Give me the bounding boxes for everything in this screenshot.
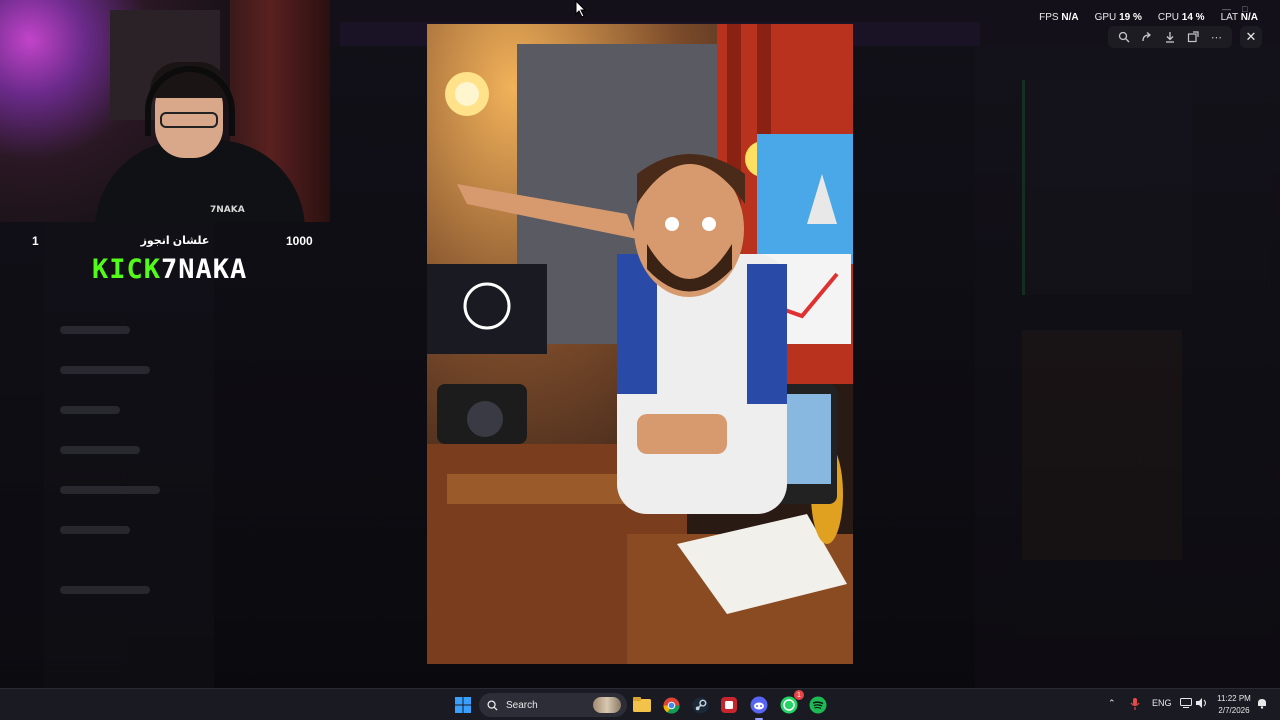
volume-icon[interactable] [1196,698,1208,710]
tray-overflow-icon[interactable]: ⌃ [1108,698,1116,709]
file-explorer-icon[interactable] [631,694,653,716]
glasses [160,112,218,128]
brand-name: 7NAKA [161,254,248,285]
spotify-icon[interactable] [807,694,829,716]
maximize-icon[interactable]: □ [1242,4,1247,14]
goal-current: 1 [32,234,39,248]
cpu-stat: CPU 14 % [1158,12,1205,23]
notification-badge: 1 [794,690,804,700]
image-viewer-toolbar: ⋯ [1108,26,1232,48]
microphone-icon[interactable] [1130,698,1140,712]
channel-brand: KICK7NAKA [92,254,247,286]
stat-value: N/A [1061,12,1079,23]
system-clock[interactable]: 11:22 PM 2/7/2026 [1212,693,1256,717]
cartoon-streamer-illustration [427,24,853,664]
app-red-icon[interactable] [718,694,740,716]
clock-time: 11:22 PM [1217,694,1251,703]
fps-stat: FPS N/A [1039,12,1078,23]
windows-start-icon[interactable] [452,694,474,716]
brand-kick: KICK [92,254,162,285]
bg-leaderboard-card [1022,80,1192,295]
clock-date: 2/7/2026 [1218,706,1250,715]
viewed-image[interactable] [427,24,853,664]
bg-channel-line [60,406,120,414]
search-icon [487,699,498,711]
stat-label: GPU [1094,12,1117,23]
language-indicator[interactable]: ENG [1152,698,1172,708]
search-highlight-art [593,697,621,713]
goal-title: علشان انجوز [140,235,210,247]
steam-icon[interactable] [689,694,711,716]
discord-icon[interactable] [748,694,770,720]
search-label: Search [506,699,538,711]
stat-value: 19 % [1119,12,1142,23]
close-icon[interactable]: ✕ [1240,26,1262,48]
goal-target: 1000 [286,234,313,248]
windows-taskbar: Search 1 ⌃ ENG 11:22 PM 2/7/2026 [0,688,1280,720]
more-icon[interactable]: ⋯ [1207,28,1225,46]
chrome-icon[interactable] [660,694,682,716]
bg-channel-line [60,446,140,454]
download-icon[interactable] [1161,28,1179,46]
webcam-feed: 7NAKA [0,0,330,222]
notification-icon[interactable] [1257,698,1267,711]
stat-label: FPS [1039,12,1059,23]
network-icon[interactable] [1180,698,1192,710]
stat-value: 14 % [1181,12,1205,23]
bg-channel-line [60,586,150,594]
bg-image-preview [1022,330,1182,560]
bg-channel-line [60,526,130,534]
forward-icon[interactable] [1138,28,1156,46]
screen: 7NAKA 1 علشان انجوز 1000 KICK7NAKA FPS N… [0,0,1280,720]
stat-label: CPU [1157,12,1179,23]
bg-channel-line [60,366,150,374]
mouse-cursor-icon [575,0,587,18]
minimize-icon[interactable]: — [1222,4,1231,14]
gpu-stat: GPU 19 % [1095,12,1142,23]
taskbar-search[interactable]: Search [479,693,627,717]
whatsapp-icon[interactable]: 1 [778,690,804,716]
hoodie-logo: 7NAKA [210,205,245,215]
bg-channel-line [60,326,130,334]
zoom-icon[interactable] [1115,28,1133,46]
bg-channel-line [60,486,160,494]
open-external-icon[interactable] [1184,28,1202,46]
